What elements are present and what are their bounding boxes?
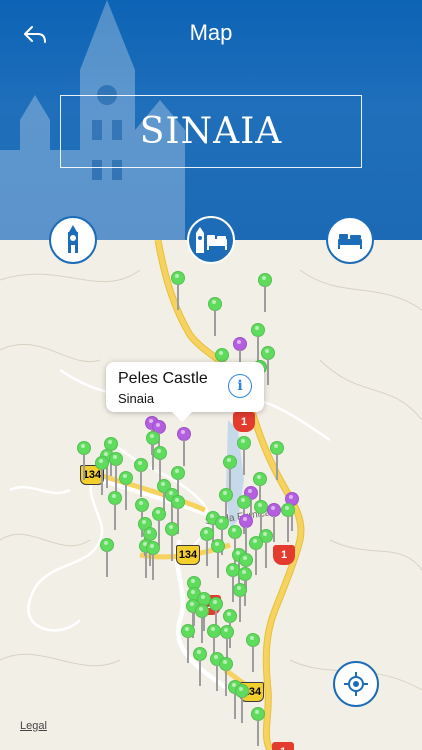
map-pin[interactable]	[270, 441, 284, 481]
map-pin[interactable]	[237, 436, 251, 476]
route-shield: 1	[233, 412, 255, 432]
city-banner: SINAIA	[60, 95, 362, 168]
info-button[interactable]: i	[228, 374, 252, 398]
map-pin[interactable]	[193, 647, 207, 687]
map-pin[interactable]	[235, 684, 249, 724]
page-title: Map	[189, 20, 233, 45]
map-pin[interactable]	[246, 633, 260, 673]
header: Map SINAIA	[0, 0, 422, 240]
map-pin[interactable]	[165, 522, 179, 562]
map-pin[interactable]	[208, 297, 222, 337]
map-pin[interactable]	[100, 538, 114, 578]
route-shield: 1	[272, 742, 294, 750]
tower-and-bed-icon	[196, 227, 227, 253]
callout-title: Peles Castle	[118, 370, 208, 387]
crosshair-icon	[344, 672, 368, 696]
map-pin[interactable]	[211, 539, 225, 579]
map-pin[interactable]	[171, 271, 185, 311]
hotels-filter-button[interactable]	[326, 216, 374, 264]
bed-icon	[338, 234, 362, 249]
map-pin[interactable]	[95, 456, 109, 496]
sights-filter-button[interactable]	[49, 216, 97, 264]
all-filter-button[interactable]	[187, 216, 235, 264]
map-pin[interactable]	[146, 541, 160, 581]
callout-subtitle: Sinaia	[118, 391, 155, 406]
map-pin[interactable]	[177, 427, 191, 467]
locate-me-button[interactable]	[333, 661, 379, 707]
map-pin[interactable]	[281, 503, 295, 543]
map-pin[interactable]	[134, 458, 148, 498]
place-callout[interactable]: Peles Castle Sinaia i	[106, 362, 264, 422]
map-pin[interactable]	[258, 273, 272, 313]
route-shield: 134	[176, 545, 200, 565]
route-shield: 1	[273, 545, 295, 565]
map-pin[interactable]	[251, 707, 265, 747]
city-name: SINAIA	[139, 111, 283, 152]
clock-tower-icon	[68, 225, 78, 253]
map-pin[interactable]	[77, 441, 91, 481]
map-pin[interactable]	[108, 491, 122, 531]
legal-link[interactable]: Legal	[20, 720, 47, 732]
